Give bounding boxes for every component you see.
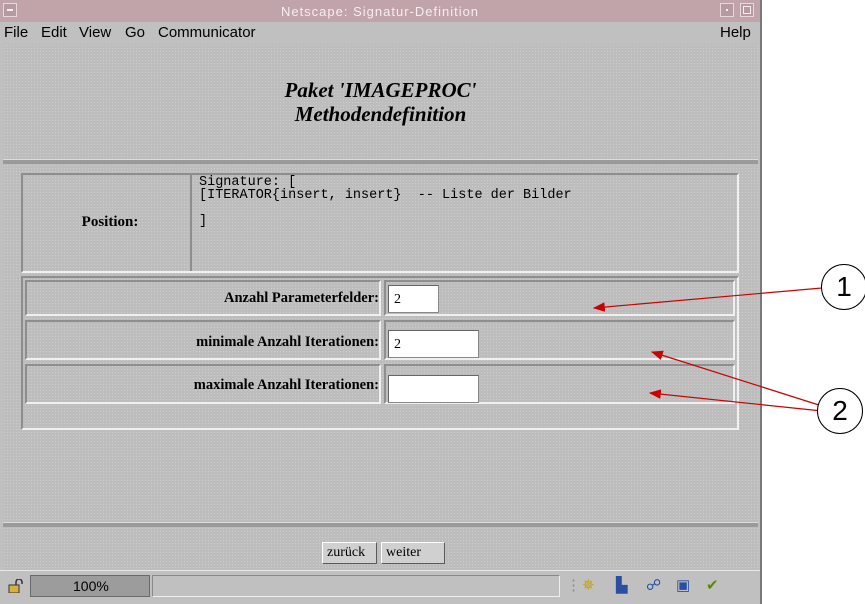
callout-2: 2 bbox=[817, 388, 863, 434]
arrow-2b bbox=[648, 389, 823, 412]
callout-arrows bbox=[592, 287, 823, 412]
arrow-2a bbox=[650, 350, 823, 407]
arrow-1 bbox=[592, 287, 823, 312]
callout-1: 1 bbox=[821, 264, 865, 310]
